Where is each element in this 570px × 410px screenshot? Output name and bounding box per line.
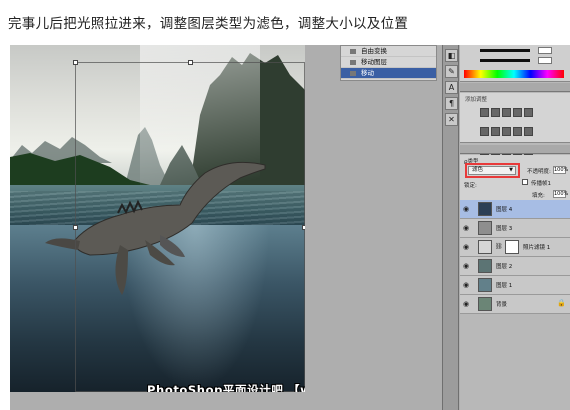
panel-icon-strip: ◧ ✎ A ¶ ✕ bbox=[442, 45, 459, 410]
unify-checkbox[interactable] bbox=[522, 179, 528, 185]
history-step-icon bbox=[350, 49, 356, 54]
channel-mixer-icon[interactable] bbox=[524, 127, 533, 136]
text-icon[interactable]: A bbox=[445, 81, 458, 94]
layer-row[interactable]: ◉ 图层 2 bbox=[460, 257, 570, 276]
layer-thumbnail bbox=[478, 259, 492, 273]
adjustments-panel: 添加调整 bbox=[460, 93, 570, 155]
layer-name: 图层 3 bbox=[496, 226, 513, 232]
layer-thumbnail bbox=[478, 297, 492, 311]
blend-mode-highlight bbox=[465, 163, 520, 178]
right-panels: 调整样式 添加调整 图层通道路径 ρ类型 滤色 ▼ 不透明度: 100% 锁定:… bbox=[460, 45, 570, 410]
layer-row[interactable]: ◉ 背景 🔒 bbox=[460, 295, 570, 314]
color-slider[interactable] bbox=[480, 49, 530, 52]
transform-handle-tl[interactable] bbox=[73, 60, 78, 65]
layers-tabs: 图层通道路径 bbox=[460, 145, 570, 164]
free-transform-box[interactable] bbox=[73, 60, 305, 392]
hue-icon[interactable] bbox=[480, 127, 489, 136]
caption-text: 完事儿后把光照拉进来，调整图层类型为滤色，调整大小以及位置 bbox=[8, 16, 409, 32]
levels-icon[interactable] bbox=[491, 108, 500, 117]
eye-icon[interactable]: ◉ bbox=[463, 281, 469, 289]
layer-name: 照片滤镜 1 bbox=[523, 245, 551, 251]
history-item[interactable]: 移动图层 bbox=[341, 57, 436, 68]
color-value-field[interactable] bbox=[538, 57, 552, 64]
eye-icon[interactable]: ◉ bbox=[463, 300, 469, 308]
eye-icon[interactable]: ◉ bbox=[463, 243, 469, 251]
layer-list: ◉ 图层 4 ◉ 图层 3 ◉ ⛓ 照片滤镜 1 ◉ 图层 2 ◉ 图层 1 ◉… bbox=[460, 200, 570, 314]
lock-label: 锁定: bbox=[464, 183, 477, 189]
eye-icon[interactable]: ◉ bbox=[463, 262, 469, 270]
tools-icon[interactable]: ✕ bbox=[445, 113, 458, 126]
opacity-field[interactable]: 100% bbox=[553, 166, 568, 174]
layer-thumbnail bbox=[478, 278, 492, 292]
eye-icon[interactable]: ◉ bbox=[463, 205, 469, 213]
transform-handle-ml[interactable] bbox=[73, 225, 78, 230]
palette-icon[interactable]: ◧ bbox=[445, 49, 458, 62]
paragraph-icon[interactable]: ¶ bbox=[445, 97, 458, 110]
layer-row[interactable]: ◉ 图层 3 bbox=[460, 219, 570, 238]
curves-icon[interactable] bbox=[502, 108, 511, 117]
fill-label: 填充: bbox=[532, 193, 545, 199]
layer-thumbnail bbox=[478, 202, 492, 216]
adjustment-layer-thumbnail bbox=[478, 240, 492, 254]
exposure-icon[interactable] bbox=[513, 108, 522, 117]
watermark: PhotoShop平面设计吧 【www.linecg.com/tieba/178… bbox=[147, 383, 305, 392]
color-spectrum[interactable] bbox=[464, 70, 564, 78]
color-value-field[interactable] bbox=[538, 47, 552, 54]
black-white-icon[interactable] bbox=[502, 127, 511, 136]
history-item[interactable]: 自由变换 bbox=[341, 46, 436, 57]
opacity-label: 不透明度: bbox=[527, 169, 551, 175]
layer-name: 图层 2 bbox=[496, 264, 513, 270]
link-icon: ⛓ bbox=[495, 243, 503, 250]
history-step-icon bbox=[350, 71, 356, 76]
color-slider[interactable] bbox=[480, 59, 530, 62]
layer-name: 图层 4 bbox=[496, 207, 513, 213]
layer-mask-thumbnail bbox=[505, 240, 519, 254]
brightness-icon[interactable] bbox=[480, 108, 489, 117]
fill-field[interactable]: 100% bbox=[553, 190, 568, 198]
transform-handle-tm[interactable] bbox=[188, 60, 193, 65]
color-balance-icon[interactable] bbox=[491, 127, 500, 136]
history-panel: 自由变换 移动图层 移动 bbox=[340, 45, 437, 81]
eye-icon[interactable]: ◉ bbox=[463, 224, 469, 232]
adjustments-tabs: 调整样式 bbox=[460, 83, 570, 102]
photoshop-screenshot: PhotoShop平面设计吧 【www.linecg.com/tieba/178… bbox=[10, 45, 570, 410]
adjustments-subtitle: 添加调整 bbox=[465, 97, 488, 103]
history-step-icon bbox=[350, 60, 356, 65]
brush-icon[interactable]: ✎ bbox=[445, 65, 458, 78]
layer-row[interactable]: ◉ 图层 1 bbox=[460, 276, 570, 295]
unify-label: 传播帧1 bbox=[531, 181, 551, 187]
layer-row[interactable]: ◉ ⛓ 照片滤镜 1 bbox=[460, 238, 570, 257]
layer-name: 背景 bbox=[496, 302, 508, 308]
document-canvas[interactable]: PhotoShop平面设计吧 【www.linecg.com/tieba/178… bbox=[10, 45, 305, 392]
vibrance-icon[interactable] bbox=[524, 108, 533, 117]
transform-handle-mr[interactable] bbox=[302, 225, 305, 230]
layer-row[interactable]: ◉ 图层 4 bbox=[460, 200, 570, 219]
color-panel bbox=[460, 45, 570, 82]
lock-icon: 🔒 bbox=[557, 299, 566, 307]
layer-name: 图层 1 bbox=[496, 283, 513, 289]
history-item-selected[interactable]: 移动 bbox=[341, 68, 436, 79]
layer-thumbnail bbox=[478, 221, 492, 235]
photo-filter-icon[interactable] bbox=[513, 127, 522, 136]
